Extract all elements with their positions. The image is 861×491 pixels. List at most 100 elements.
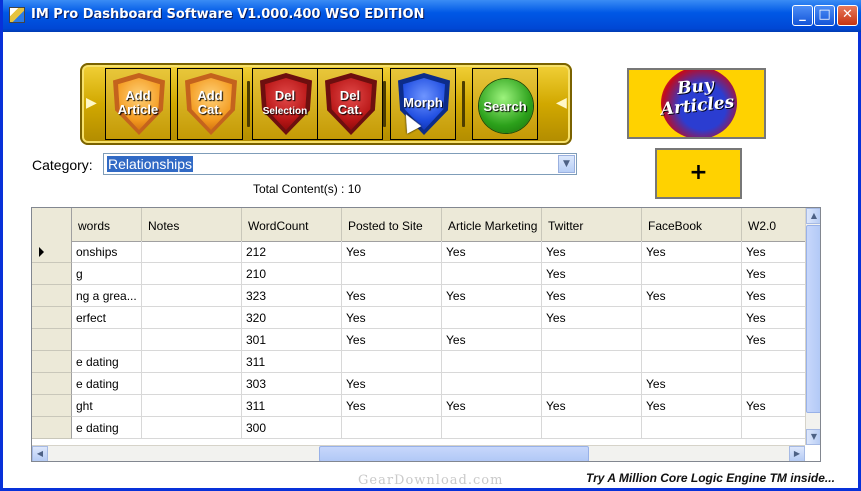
delete-selection-button[interactable]: Del Selection (252, 68, 318, 140)
column-header-article-marketing[interactable]: Article Marketing (442, 208, 542, 241)
scroll-left-icon[interactable]: ◀ (32, 446, 48, 461)
category-select[interactable]: Relationships ▼ (103, 153, 577, 175)
cell-notes[interactable] (142, 395, 242, 417)
cell-w20[interactable] (742, 373, 812, 395)
minimize-button[interactable]: _ (792, 5, 813, 26)
cell-posted-to-site[interactable]: Yes (342, 373, 442, 395)
cell-facebook[interactable]: Yes (642, 285, 742, 307)
cell-facebook[interactable] (642, 417, 742, 439)
cell-wordcount[interactable]: 311 (242, 395, 342, 417)
cell-article-marketing[interactable] (442, 417, 542, 439)
cell-posted-to-site[interactable]: Yes (342, 307, 442, 329)
row-header[interactable] (32, 373, 72, 395)
cell-notes[interactable] (142, 241, 242, 263)
row-header[interactable] (32, 241, 72, 263)
cell-notes[interactable] (142, 373, 242, 395)
content-grid[interactable]: words Notes WordCount Posted to Site Art… (31, 207, 821, 462)
column-header-keywords[interactable]: words (72, 208, 142, 241)
cell-wordcount[interactable]: 212 (242, 241, 342, 263)
cell-article-marketing[interactable] (442, 263, 542, 285)
vertical-scroll-thumb[interactable] (806, 225, 820, 413)
cell-posted-to-site[interactable] (342, 263, 442, 285)
column-header-w20[interactable]: W2.0 (742, 208, 812, 241)
title-bar[interactable]: IM Pro Dashboard Software V1.000.400 WSO… (3, 0, 861, 32)
cell-article-marketing[interactable] (442, 373, 542, 395)
column-header-wordcount[interactable]: WordCount (242, 208, 342, 241)
table-row[interactable]: e dating 300 (32, 417, 820, 439)
cell-facebook[interactable]: Yes (642, 373, 742, 395)
cell-article-marketing[interactable]: Yes (442, 241, 542, 263)
row-header[interactable] (32, 263, 72, 285)
cell-article-marketing[interactable]: Yes (442, 285, 542, 307)
cell-w20[interactable]: Yes (742, 395, 812, 417)
cell-article-marketing[interactable]: Yes (442, 395, 542, 417)
search-button[interactable]: Search (472, 68, 538, 140)
cell-notes[interactable] (142, 307, 242, 329)
add-button[interactable]: + (655, 148, 742, 199)
cell-wordcount[interactable]: 320 (242, 307, 342, 329)
cell-facebook[interactable] (642, 351, 742, 373)
cell-facebook[interactable] (642, 329, 742, 351)
column-header-facebook[interactable]: FaceBook (642, 208, 742, 241)
cell-keyword[interactable]: g (72, 263, 142, 285)
cell-posted-to-site[interactable] (342, 351, 442, 373)
cell-w20[interactable]: Yes (742, 307, 812, 329)
cell-keyword[interactable]: e dating (72, 417, 142, 439)
morph-button[interactable]: Morph (390, 68, 456, 140)
scroll-right-icon[interactable]: ◀ (556, 93, 567, 113)
cell-keyword[interactable]: e dating (72, 351, 142, 373)
horizontal-scroll-thumb[interactable] (319, 446, 589, 461)
cell-posted-to-site[interactable]: Yes (342, 241, 442, 263)
cell-notes[interactable] (142, 417, 242, 439)
cell-facebook[interactable] (642, 307, 742, 329)
row-header[interactable] (32, 395, 72, 417)
row-header[interactable] (32, 307, 72, 329)
cell-w20[interactable] (742, 351, 812, 373)
table-row[interactable]: ng a grea... 323 Yes Yes Yes Yes Yes (32, 285, 820, 307)
cell-wordcount[interactable]: 301 (242, 329, 342, 351)
scroll-down-icon[interactable]: ▼ (806, 429, 820, 445)
row-header[interactable] (32, 285, 72, 307)
cell-article-marketing[interactable]: Yes (442, 329, 542, 351)
cell-keyword[interactable] (72, 329, 142, 351)
table-row[interactable]: ght 311 Yes Yes Yes Yes Yes (32, 395, 820, 417)
cell-w20[interactable]: Yes (742, 263, 812, 285)
column-header-twitter[interactable]: Twitter (542, 208, 642, 241)
add-category-button[interactable]: Add Cat. (177, 68, 243, 140)
cell-notes[interactable] (142, 263, 242, 285)
table-row[interactable]: g 210 Yes Yes (32, 263, 820, 285)
cell-w20[interactable] (742, 417, 812, 439)
cell-notes[interactable] (142, 351, 242, 373)
cell-w20[interactable]: Yes (742, 285, 812, 307)
row-header[interactable] (32, 329, 72, 351)
cell-article-marketing[interactable] (442, 307, 542, 329)
column-header-posted-to-site[interactable]: Posted to Site (342, 208, 442, 241)
cell-posted-to-site[interactable]: Yes (342, 395, 442, 417)
cell-facebook[interactable]: Yes (642, 395, 742, 417)
table-row[interactable]: e dating 311 (32, 351, 820, 373)
close-button[interactable]: ✕ (837, 5, 858, 26)
cell-article-marketing[interactable] (442, 351, 542, 373)
cell-wordcount[interactable]: 300 (242, 417, 342, 439)
cell-wordcount[interactable]: 311 (242, 351, 342, 373)
cell-twitter[interactable]: Yes (542, 395, 642, 417)
cell-twitter[interactable]: Yes (542, 285, 642, 307)
cell-keyword[interactable]: e dating (72, 373, 142, 395)
cell-wordcount[interactable]: 323 (242, 285, 342, 307)
cell-notes[interactable] (142, 285, 242, 307)
cell-keyword[interactable]: ng a grea... (72, 285, 142, 307)
table-row[interactable]: 301 Yes Yes Yes (32, 329, 820, 351)
cell-twitter[interactable]: Yes (542, 263, 642, 285)
cell-twitter[interactable] (542, 373, 642, 395)
buy-articles-button[interactable]: Buy Articles (627, 68, 766, 139)
vertical-scrollbar[interactable]: ▲ ▼ (805, 208, 820, 445)
cell-wordcount[interactable]: 210 (242, 263, 342, 285)
maximize-button[interactable]: □ (814, 5, 835, 26)
horizontal-scrollbar[interactable]: ◀ ▶ (32, 445, 805, 461)
cell-w20[interactable]: Yes (742, 329, 812, 351)
cell-keyword[interactable]: erfect (72, 307, 142, 329)
cell-twitter[interactable] (542, 417, 642, 439)
column-header-notes[interactable]: Notes (142, 208, 242, 241)
table-row[interactable]: erfect 320 Yes Yes Yes (32, 307, 820, 329)
cell-twitter[interactable]: Yes (542, 241, 642, 263)
